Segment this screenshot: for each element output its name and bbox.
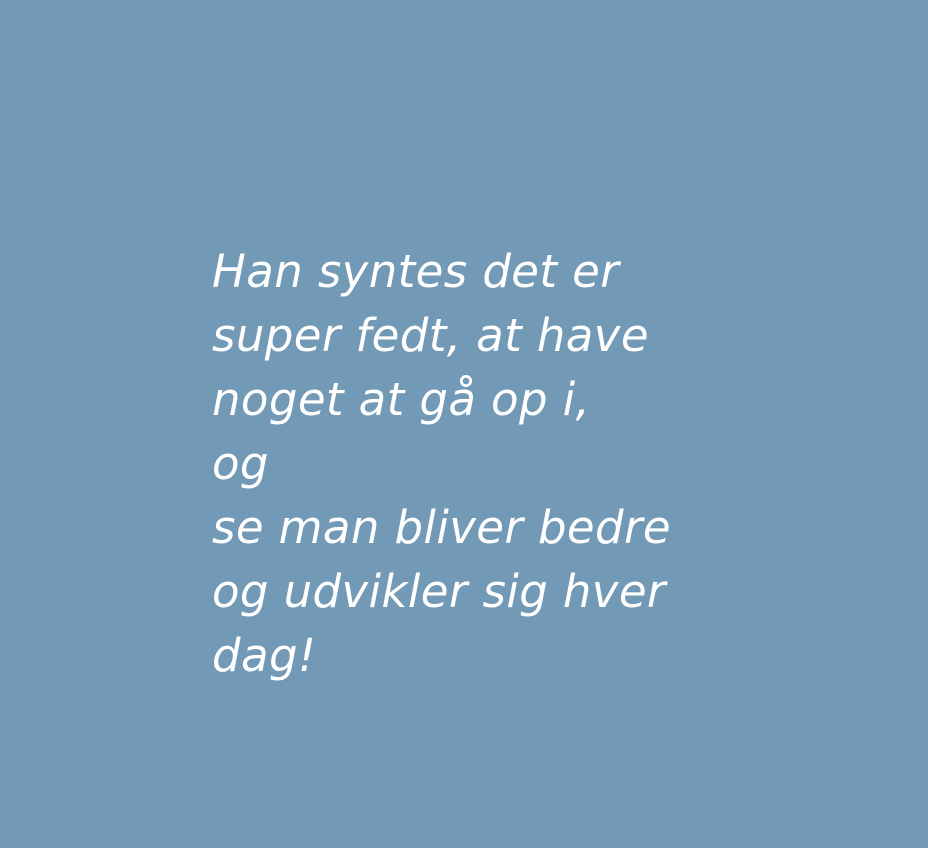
quote-line: super fedt, at have xyxy=(212,309,649,362)
quote-line: se man bliver bedre xyxy=(212,501,671,554)
quote-line: noget at gå op i, xyxy=(212,373,591,426)
quote-line: og xyxy=(212,437,269,490)
quote-line: dag! xyxy=(212,629,317,682)
quote-line: Han syntes det er xyxy=(212,245,620,298)
quote-card: Han syntes det er super fedt, at have no… xyxy=(0,0,928,848)
quote-line: og udvikler sig hver xyxy=(212,565,666,618)
quote-text: Han syntes det er super fedt, at have no… xyxy=(212,240,671,688)
